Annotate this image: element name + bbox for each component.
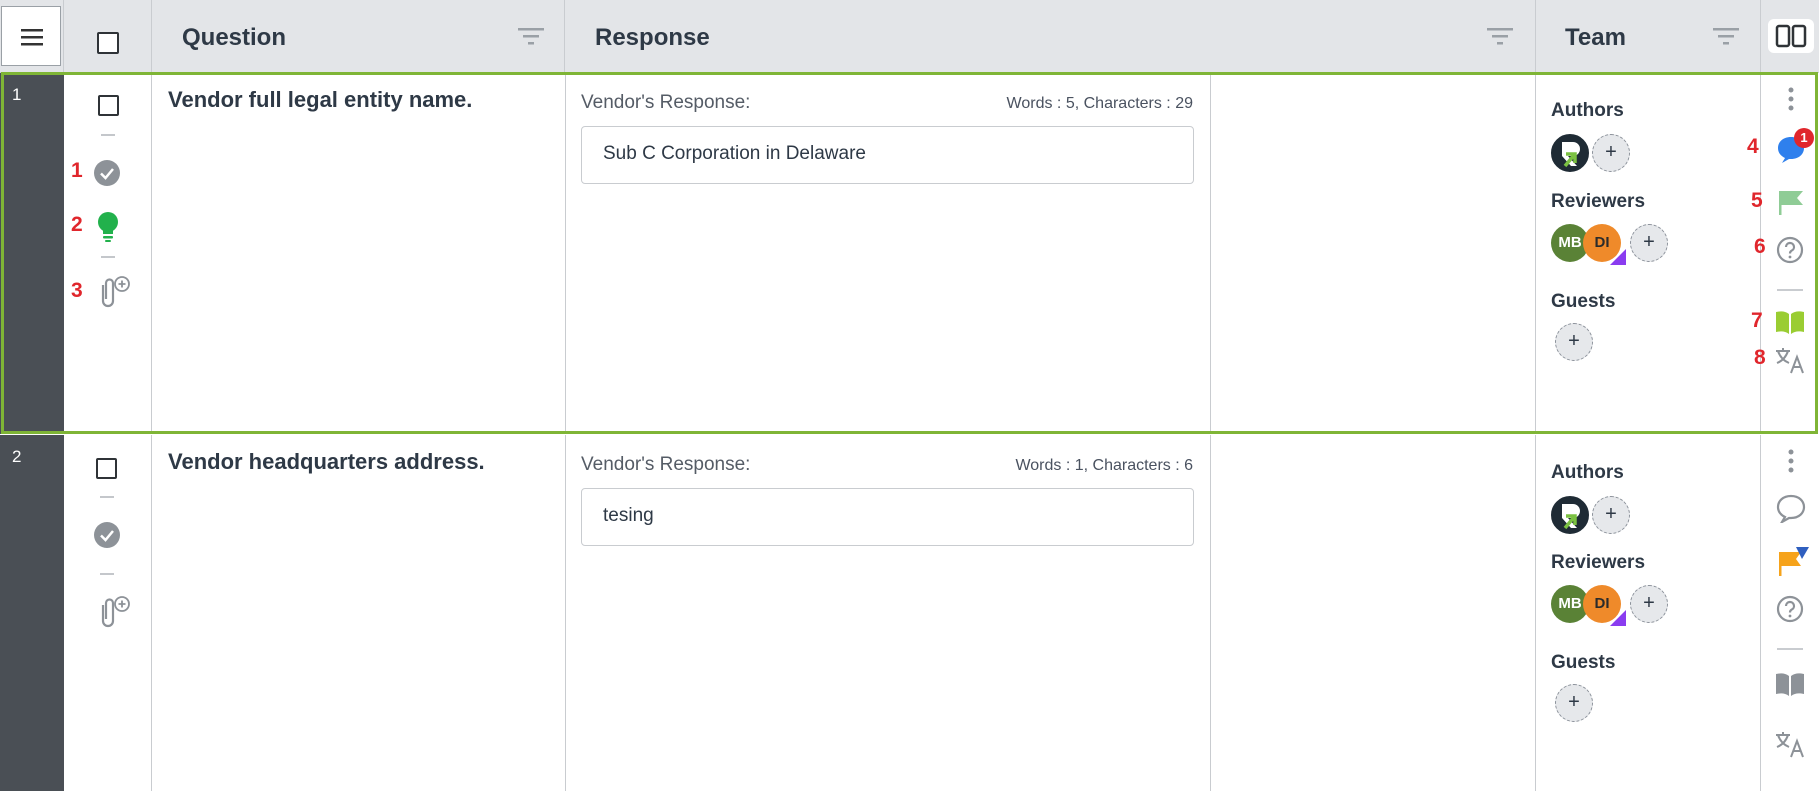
add-guest-button[interactable]: + (1555, 323, 1593, 361)
authors-label: Authors (1551, 100, 1624, 121)
comment-count-badge: 1 (1794, 128, 1814, 148)
annotation-8: 8 (1754, 346, 1766, 369)
lightbulb-icon[interactable] (95, 211, 121, 243)
grid-header: Question Response Team (0, 0, 1819, 73)
row-number-bar: 2 (0, 435, 64, 791)
response-input[interactable]: tesing (581, 488, 1194, 546)
attach-file-icon[interactable] (93, 275, 133, 309)
add-author-button[interactable]: + (1592, 134, 1630, 172)
row-number: 1 (12, 85, 22, 104)
annotation-7: 7 (1751, 309, 1763, 332)
guests-label: Guests (1551, 291, 1616, 312)
author-avatar[interactable] (1551, 496, 1589, 534)
guests-label: Guests (1551, 652, 1616, 673)
question-text: Vendor full legal entity name. (168, 87, 473, 112)
add-guest-button[interactable]: + (1555, 684, 1593, 722)
comment-icon[interactable] (1775, 493, 1807, 523)
response-column-title: Response (595, 24, 710, 51)
completed-check-icon[interactable] (93, 521, 121, 549)
hamburger-menu-icon (21, 29, 43, 46)
row-number: 2 (12, 447, 22, 466)
response-input[interactable]: Sub C Corporation in Delaware (581, 126, 1194, 184)
columns-toggle-button[interactable] (1768, 19, 1814, 53)
response-value: tesing (603, 505, 654, 526)
translate-icon[interactable] (1774, 345, 1806, 375)
row-select-checkbox[interactable] (98, 95, 119, 116)
flag-icon[interactable] (1776, 188, 1806, 216)
attach-file-icon[interactable] (93, 595, 133, 629)
response-filter-icon[interactable] (1487, 27, 1515, 47)
word-character-count: Words : 5, Characters : 29 (1006, 95, 1193, 112)
row-select-checkbox[interactable] (96, 458, 117, 479)
add-reviewer-button[interactable]: + (1630, 585, 1668, 623)
add-author-button[interactable]: + (1592, 496, 1630, 534)
completed-check-icon[interactable] (93, 159, 121, 187)
team-column-title: Team (1565, 24, 1626, 51)
library-book-icon[interactable] (1774, 309, 1806, 335)
header-response-cell: Response (565, 0, 1536, 72)
status-corner-icon (1610, 249, 1626, 265)
question-row-2: 2 Vendor headquarters address. Vendor's … (0, 435, 1819, 791)
annotation-6: 6 (1754, 235, 1766, 258)
annotation-3: 3 (71, 279, 83, 302)
annotation-1: 1 (71, 159, 83, 182)
response-label: Vendor's Response: (581, 454, 751, 475)
flag-icon[interactable] (1776, 545, 1810, 577)
response-value: Sub C Corporation in Delaware (603, 143, 866, 164)
annotation-5: 5 (1751, 189, 1763, 212)
select-all-checkbox[interactable] (97, 32, 119, 54)
more-options-icon[interactable] (1784, 85, 1798, 113)
status-corner-icon (1610, 610, 1626, 626)
header-team-cell: Team (1536, 0, 1761, 72)
translate-icon[interactable] (1774, 729, 1806, 759)
question-text: Vendor headquarters address. (168, 449, 485, 474)
question-column-title: Question (182, 24, 287, 51)
reviewers-label: Reviewers (1551, 552, 1646, 573)
team-filter-icon[interactable] (1713, 27, 1741, 47)
annotation-2: 2 (71, 213, 83, 236)
columns-toggle-icon (1775, 24, 1807, 48)
more-options-icon[interactable] (1784, 447, 1798, 475)
library-book-icon[interactable] (1774, 671, 1806, 697)
authors-label: Authors (1551, 462, 1624, 483)
question-filter-icon[interactable] (518, 27, 546, 47)
company-logo-icon (1562, 504, 1580, 530)
help-question-icon[interactable] (1775, 594, 1805, 624)
author-avatar[interactable] (1551, 134, 1589, 172)
company-logo-icon (1562, 142, 1580, 168)
word-character-count: Words : 1, Characters : 6 (1015, 457, 1193, 474)
annotation-4: 4 (1747, 135, 1759, 158)
help-question-icon[interactable] (1775, 235, 1805, 265)
question-row-1: 1 1 2 3 Vendor full legal entity name. V… (0, 73, 1819, 434)
response-label: Vendor's Response: (581, 92, 751, 113)
reviewers-label: Reviewers (1551, 191, 1646, 212)
add-reviewer-button[interactable]: + (1630, 224, 1668, 262)
hamburger-menu-button[interactable] (1, 6, 61, 66)
row-number-bar: 1 (0, 73, 64, 434)
header-select-cell (64, 0, 152, 72)
header-question-cell: Question (152, 0, 565, 72)
